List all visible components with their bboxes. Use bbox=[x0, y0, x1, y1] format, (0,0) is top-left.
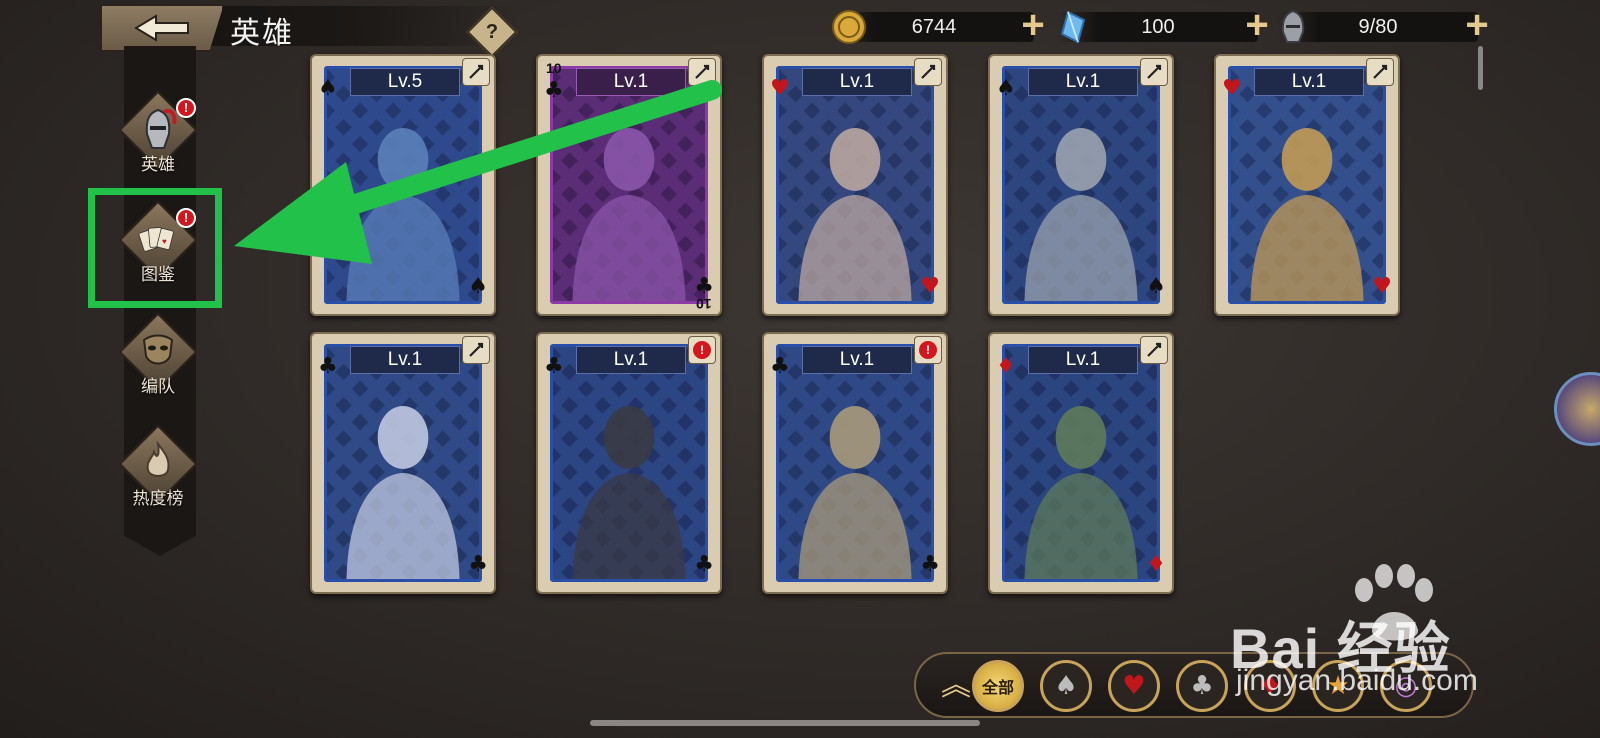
suit-icon: ♠ bbox=[318, 76, 338, 101]
hero-level: Lv.1 bbox=[1254, 68, 1364, 96]
hero-card[interactable]: Lv.1 ♣ ♣ bbox=[310, 332, 496, 594]
add-capacity-button[interactable]: + bbox=[1460, 5, 1494, 45]
suit-icon: ♣ bbox=[920, 552, 940, 577]
swirl-icon bbox=[688, 58, 716, 86]
hero-level: Lv.1 bbox=[576, 68, 686, 96]
alert-icon: ! bbox=[688, 336, 716, 364]
diamond-gem-icon bbox=[1060, 10, 1086, 44]
hero-portrait bbox=[550, 344, 708, 582]
hero-card[interactable]: Lv.1 ♠ ♠ bbox=[988, 54, 1174, 316]
add-diamond-button[interactable]: + bbox=[1240, 5, 1274, 45]
sidebar-item-label: 热度榜 bbox=[132, 489, 184, 508]
hero-portrait bbox=[324, 344, 482, 582]
suit-icon: ♣ bbox=[544, 354, 564, 379]
suit-icon: ♣ bbox=[694, 274, 714, 299]
filter-club-button[interactable]: ♣ bbox=[1176, 660, 1228, 712]
suit-icon: ♣ bbox=[318, 354, 338, 379]
mask-icon bbox=[142, 334, 174, 365]
sword-icon bbox=[1140, 58, 1168, 86]
hand-icon bbox=[462, 336, 490, 364]
hero-card[interactable]: Lv.1 ♦ ♦ bbox=[988, 332, 1174, 594]
hero-portrait bbox=[1228, 66, 1386, 304]
add-gold-button[interactable]: + bbox=[1016, 5, 1050, 45]
hero-capacity-value: 9/80 bbox=[1358, 16, 1398, 38]
knight-helmet-icon bbox=[1281, 9, 1305, 43]
suit-icon: ♣ bbox=[770, 354, 790, 379]
hero-portrait bbox=[1002, 344, 1160, 582]
hero-card[interactable]: Lv.5 ♠ ♠ bbox=[310, 54, 496, 316]
hero-level: Lv.1 bbox=[802, 68, 912, 96]
hero-level: Lv.1 bbox=[576, 346, 686, 374]
page-title: 英雄 bbox=[230, 17, 294, 50]
suit-icon: ♠ bbox=[468, 274, 488, 299]
hero-portrait bbox=[324, 66, 482, 304]
suit-icon: ♣ bbox=[694, 552, 714, 577]
flame-icon bbox=[146, 440, 170, 477]
sidebar-item-label: 英雄 bbox=[141, 155, 175, 174]
hero-card[interactable]: Lv.1 ♥ ♥ bbox=[1214, 54, 1400, 316]
suit-icon: ♠ bbox=[996, 76, 1016, 101]
filter-spade-button[interactable]: ♠ bbox=[1040, 660, 1092, 712]
card-rank: 10 bbox=[546, 60, 562, 76]
alert-badge: ! bbox=[176, 98, 196, 118]
suit-icon: ♥ bbox=[920, 274, 940, 299]
suit-icon: ♣ bbox=[544, 78, 564, 103]
hero-portrait bbox=[1002, 66, 1160, 304]
gold-resource: 6744 + bbox=[832, 5, 1045, 45]
hero-level: Lv.1 bbox=[1028, 346, 1138, 374]
diamond-resource: 100 + bbox=[1058, 5, 1269, 45]
filter-heart-button[interactable]: ♥ bbox=[1108, 660, 1160, 712]
hero-level: Lv.5 bbox=[350, 68, 460, 96]
scrollbar[interactable] bbox=[1478, 46, 1483, 90]
back-arrow-icon bbox=[134, 14, 189, 42]
hero-level: Lv.1 bbox=[802, 346, 912, 374]
back-button[interactable] bbox=[100, 4, 224, 52]
watermark-url: jingyan.baidu.com bbox=[1236, 664, 1478, 697]
spear-icon bbox=[1366, 58, 1394, 86]
hero-capacity-resource: 9/80 + bbox=[1278, 5, 1489, 45]
hero-card[interactable]: Lv.1 ♣ ♣! bbox=[762, 332, 948, 594]
collapse-chevron-icon[interactable]: ︽ bbox=[938, 668, 974, 704]
diamond-value: 100 bbox=[1141, 16, 1175, 38]
hero-level: Lv.1 bbox=[350, 346, 460, 374]
suit-icon: ♥ bbox=[1222, 76, 1242, 101]
suit-icon: ♥ bbox=[1372, 274, 1392, 299]
suit-icon: ♦ bbox=[1146, 552, 1166, 577]
hero-card[interactable]: Lv.1 ♥ ♥ bbox=[762, 54, 948, 316]
hero-portrait bbox=[776, 344, 934, 582]
hero-card[interactable]: Lv.1 ♣ ♣ 10 10 bbox=[536, 54, 722, 316]
sidebar-item-label: 编队 bbox=[141, 377, 175, 396]
staff-icon bbox=[462, 58, 490, 86]
help-icon: ? bbox=[485, 20, 499, 43]
sidebar-item-formation[interactable]: 编队 bbox=[110, 312, 206, 410]
filter-all-button[interactable]: 全部 bbox=[972, 660, 1024, 712]
gold-value: 6744 bbox=[911, 16, 957, 38]
hero-portrait bbox=[776, 66, 934, 304]
hero-level: Lv.1 bbox=[1028, 68, 1138, 96]
swirl-icon bbox=[914, 58, 942, 86]
card-rank: 10 bbox=[696, 296, 712, 312]
hero-portrait bbox=[550, 66, 708, 304]
knight-helmet-icon bbox=[145, 108, 177, 149]
alert-icon: ! bbox=[914, 336, 942, 364]
sword-icon bbox=[1140, 336, 1168, 364]
suit-icon: ♥ bbox=[770, 76, 790, 101]
sidebar-item-heroes[interactable]: 英雄 ! bbox=[110, 90, 206, 188]
hero-card[interactable]: Lv.1 ♣ ♣! bbox=[536, 332, 722, 594]
annotation-highlight-box bbox=[88, 188, 222, 308]
home-indicator[interactable] bbox=[590, 720, 980, 726]
floating-avatar-button[interactable] bbox=[1554, 372, 1600, 446]
gold-coin-icon bbox=[832, 10, 866, 44]
suit-icon: ♣ bbox=[468, 552, 488, 577]
sidebar-item-popularity[interactable]: 热度榜 bbox=[110, 424, 206, 522]
suit-icon: ♦ bbox=[996, 354, 1016, 379]
suit-icon: ♠ bbox=[1146, 274, 1166, 299]
